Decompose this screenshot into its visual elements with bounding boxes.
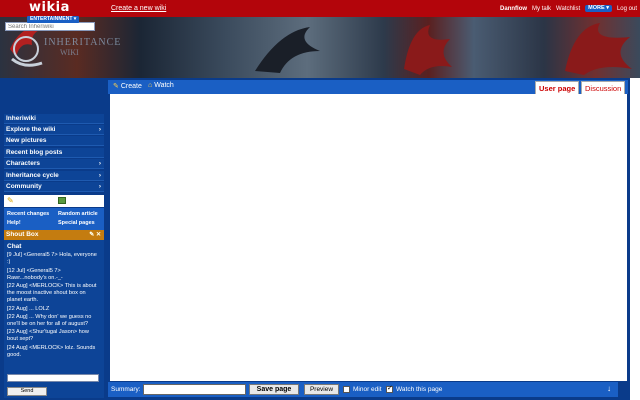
shoutbox-title: Shout Box bbox=[6, 231, 39, 238]
chevron-down-icon: ▾ bbox=[606, 5, 609, 11]
watch-action[interactable]: ⌂ Watch bbox=[148, 82, 174, 89]
sidebar-item-inheriwiki[interactable]: Inheriwiki bbox=[4, 114, 104, 124]
chevron-right-icon: › bbox=[98, 172, 101, 179]
sidebar-item-new-pictures[interactable]: New pictures bbox=[4, 136, 104, 146]
watch-page-checkbox[interactable] bbox=[386, 384, 393, 393]
watch-label: Watch bbox=[154, 82, 174, 89]
wikia-logo[interactable]: wikia bbox=[29, 0, 70, 15]
send-button[interactable]: Send bbox=[7, 387, 47, 396]
shoutbox-header: Shout Box ✎ ✕ bbox=[4, 230, 104, 240]
user-links: Dannflow My talk Watchlist MORE ▾ Log ou… bbox=[500, 5, 637, 12]
sidebar-item-label: Characters bbox=[6, 160, 40, 167]
watchlist-link[interactable]: Watchlist bbox=[556, 6, 580, 12]
hub-badge[interactable]: ENTERTAINMENT ▾ bbox=[27, 16, 80, 23]
shout-input[interactable] bbox=[7, 374, 99, 382]
wiki-banner[interactable]: INHERITANCE WIKI bbox=[0, 17, 640, 78]
watch-page-label: Watch this page bbox=[396, 386, 443, 393]
sidebar-item-blog-posts[interactable]: Recent blog posts bbox=[4, 148, 104, 158]
chat-message: [9 Jul] <General5 7> Hola, everyone :) bbox=[7, 252, 97, 266]
sidebar-item-characters[interactable]: Characters › bbox=[4, 159, 104, 169]
sidebar-item-label: Inheriwiki bbox=[6, 115, 36, 122]
chevron-right-icon: › bbox=[98, 183, 101, 190]
help-link[interactable]: Help! bbox=[7, 220, 21, 226]
sidebar-item-label: Recent blog posts bbox=[6, 149, 63, 156]
sidebar-item-label: New pictures bbox=[6, 137, 47, 144]
summary-input[interactable] bbox=[143, 384, 246, 395]
more-label: MORE bbox=[588, 5, 605, 11]
quick-links: Recent changes Random article Help! Spec… bbox=[4, 208, 104, 230]
chat-message: [22 Aug] ... Why don' we guess no one'll… bbox=[7, 313, 92, 328]
chevron-right-icon: › bbox=[98, 160, 101, 167]
pencil-icon[interactable]: ✎ bbox=[7, 196, 14, 205]
more-menu-button[interactable]: MORE ▾ bbox=[585, 5, 612, 12]
create-action[interactable]: ✎ Create bbox=[113, 82, 142, 91]
username-link[interactable]: Dannflow bbox=[500, 6, 527, 12]
banner-title: INHERITANCE bbox=[44, 37, 122, 48]
preview-button[interactable]: Preview bbox=[304, 384, 339, 395]
chat-message: [22 Aug] ... LOLZ bbox=[7, 305, 50, 312]
global-header: wikia Create a new wiki Dannflow My talk… bbox=[0, 0, 640, 17]
sidebar-item-label: Explore the wiki bbox=[6, 126, 56, 133]
hub-label: ENTERTAINMENT bbox=[30, 16, 73, 22]
edit-textarea[interactable] bbox=[110, 94, 627, 381]
sidebar-item-inheritance-cycle[interactable]: Inheritance cycle › bbox=[4, 171, 104, 181]
random-article-link[interactable]: Random article bbox=[58, 211, 98, 217]
summary-label: Summary: bbox=[111, 386, 141, 393]
chat-message: [23 Aug] <Shur'tugal Jason> how bout sep… bbox=[7, 329, 89, 343]
chevron-down-icon: ▾ bbox=[73, 16, 77, 22]
red-dragon-icon bbox=[404, 25, 452, 75]
chat-message: [24 Aug] <MERLOCK> lolz. Sounds good. bbox=[7, 344, 96, 358]
sidebar-item-label: Inheritance cycle bbox=[6, 172, 59, 179]
tab-discussion[interactable]: Discussion bbox=[581, 81, 626, 95]
sidebar-item-explore[interactable]: Explore the wiki › bbox=[4, 125, 104, 135]
image-icon[interactable] bbox=[58, 197, 66, 204]
rider-silhouette-icon bbox=[255, 27, 320, 73]
minor-edit-checkbox[interactable] bbox=[343, 386, 350, 393]
save-button[interactable]: Save page bbox=[249, 384, 299, 395]
sidebar-item-community[interactable]: Community › bbox=[4, 182, 104, 192]
shoutbox-tools-icon[interactable]: ✎ ✕ bbox=[89, 230, 101, 240]
arrow-down-icon[interactable]: ↓ bbox=[607, 384, 611, 393]
create-wiki-link[interactable]: Create a new wiki bbox=[111, 5, 166, 12]
pencil-icon: ✎ bbox=[113, 83, 119, 90]
toolbox: ✎ bbox=[4, 195, 104, 207]
red-dragon-icon bbox=[565, 23, 632, 75]
chevron-right-icon: › bbox=[98, 126, 101, 133]
shoutbox-form: Send bbox=[4, 373, 104, 398]
tab-user-page[interactable]: User page bbox=[535, 81, 580, 95]
chat-message: [12 Jul] <General5 7> Rawr...nobody's on… bbox=[7, 267, 63, 281]
special-pages-link[interactable]: Special pages bbox=[58, 220, 95, 226]
search-input[interactable] bbox=[5, 22, 95, 31]
create-label: Create bbox=[120, 82, 142, 90]
logout-link[interactable]: Log out bbox=[617, 6, 637, 12]
banner-subtitle: WIKI bbox=[60, 48, 79, 57]
recent-changes-link[interactable]: Recent changes bbox=[7, 211, 49, 217]
chat-message: [22 Aug] <MERLOCK> This is about the moo… bbox=[7, 283, 97, 304]
my-talk-link[interactable]: My talk bbox=[532, 6, 551, 12]
chat-title: Chat bbox=[7, 243, 22, 250]
sidebar-item-label: Community bbox=[6, 183, 42, 190]
minor-edit-label: Minor edit bbox=[353, 386, 382, 393]
watch-icon: ⌂ bbox=[148, 82, 153, 89]
